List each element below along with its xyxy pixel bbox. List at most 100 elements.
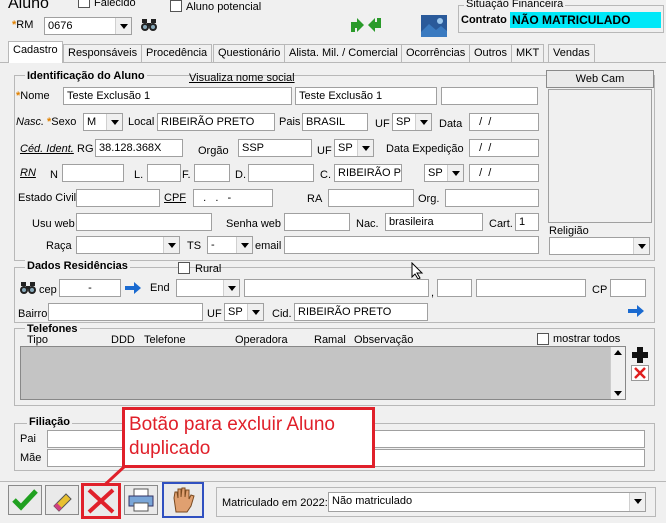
rg-input[interactable]: 38.128.368X <box>95 139 183 157</box>
eraser-icon <box>53 493 72 512</box>
logradouro-tipo-select[interactable] <box>176 279 240 297</box>
rn-label: RN <box>20 167 36 179</box>
falecido-checkbox[interactable] <box>78 0 90 8</box>
aluno-title: Aluno <box>8 0 49 12</box>
numero-input[interactable] <box>437 279 472 297</box>
tab-responsaveis[interactable]: Responsáveis <box>63 44 143 62</box>
clear-button[interactable] <box>45 485 79 515</box>
uf-select-res[interactable]: SP <box>224 303 264 321</box>
ts-select[interactable]: - <box>207 236 253 254</box>
estado-civil-input[interactable] <box>76 189 160 207</box>
matriculado-select[interactable]: Não matriculado <box>328 492 646 512</box>
remove-phone-icon[interactable] <box>631 365 649 381</box>
uf-select-2[interactable]: SP <box>334 139 374 157</box>
nome-input[interactable]: Teste Exclusão 1 <box>63 87 292 105</box>
pais-label: Pais <box>279 116 301 128</box>
cart-input[interactable]: 1 <box>515 213 539 231</box>
mae-label: Mãe <box>20 452 42 464</box>
tab-outros[interactable]: Outros <box>469 44 513 62</box>
senha-web-input[interactable] <box>284 213 350 231</box>
senha-web-label: Senha web <box>226 218 282 230</box>
refresh-arrows-icon[interactable] <box>348 14 384 36</box>
stop-button[interactable] <box>162 482 204 518</box>
data-rn-input[interactable]: / / <box>469 164 539 182</box>
uf-select-3[interactable]: SP <box>424 164 464 182</box>
pais-input[interactable]: BRASIL <box>302 113 368 131</box>
local-input[interactable]: RIBEIRÃO PRETO <box>157 113 275 131</box>
printer-icon <box>128 488 154 512</box>
bairro-input[interactable] <box>48 303 203 321</box>
estado-civil-label: Estado Civil <box>18 192 77 204</box>
arrow-right-icon[interactable] <box>123 279 143 297</box>
raca-select[interactable] <box>76 236 180 254</box>
complemento-input[interactable] <box>476 279 586 297</box>
nome-label: *Nome <box>16 90 50 102</box>
n-input[interactable] <box>62 164 124 182</box>
uf-label-2: UF <box>317 145 332 157</box>
nac-input[interactable]: brasileira <box>385 213 483 231</box>
org-input[interactable] <box>445 189 539 207</box>
confirm-button[interactable] <box>8 485 42 515</box>
mostrar-todos-label: mostrar todos <box>553 333 621 345</box>
data-expedicao-input[interactable]: / / <box>469 139 539 157</box>
binoculars-icon[interactable] <box>19 279 37 297</box>
tab-questionario[interactable]: Questionário <box>213 44 286 62</box>
religiao-select[interactable] <box>549 237 650 255</box>
l-label: L. <box>134 169 144 181</box>
ced-ident-label: Céd. Ident. <box>20 143 74 155</box>
c-input[interactable]: RIBEIRÃO PI <box>334 164 402 182</box>
local-label: Local <box>128 116 155 128</box>
falecido-label: Falecido <box>94 0 136 9</box>
arrow-right-icon[interactable] <box>626 302 646 320</box>
cep-input[interactable]: - <box>59 279 121 297</box>
nome-social-input[interactable]: Teste Exclusão 1 <box>295 87 437 105</box>
email-input[interactable] <box>284 236 539 254</box>
cpf-label: CPF <box>164 192 186 204</box>
mostrar-todos-checkbox[interactable] <box>537 333 549 345</box>
ra-input[interactable] <box>328 189 414 207</box>
print-button[interactable] <box>124 485 158 515</box>
tab-alista-mil-comercial[interactable]: Alista. Mil. / Comercial <box>284 44 403 62</box>
nac-label: Nac. <box>356 218 379 230</box>
pai-label: Pai <box>20 433 36 445</box>
webcam-button[interactable]: Web Cam <box>546 70 654 88</box>
cp-label: CP <box>592 284 608 296</box>
cidade-input[interactable]: RIBEIRÃO PRETO <box>294 303 428 321</box>
binoculars-icon[interactable] <box>140 16 158 34</box>
orgao-input[interactable]: SSP <box>238 139 312 157</box>
rural-label: Rural <box>195 263 222 275</box>
telefones-table[interactable] <box>20 346 626 400</box>
cep-label: cep <box>39 284 57 296</box>
endereco-input[interactable] <box>244 279 429 297</box>
sexo-select[interactable]: M <box>83 113 123 131</box>
rural-checkbox[interactable] <box>178 262 190 274</box>
aluno-potencial-checkbox[interactable] <box>170 0 182 12</box>
data-nasc-input[interactable]: / / <box>469 113 539 131</box>
tab-ocorrencias[interactable]: Ocorrências <box>401 44 471 62</box>
tab-vendas[interactable]: Vendas <box>548 44 595 62</box>
photo-frame <box>548 89 652 223</box>
uf-select[interactable]: SP <box>392 113 432 131</box>
cpf-input[interactable]: . . - <box>193 189 273 207</box>
extra-name-input[interactable] <box>441 87 538 105</box>
d-input[interactable] <box>248 164 314 182</box>
uf-label-res: UF <box>207 308 222 320</box>
tab-procedencia[interactable]: Procedência <box>141 44 213 62</box>
tab-mkt[interactable]: MKT <box>511 44 545 62</box>
add-phone-icon[interactable] <box>631 346 649 364</box>
rm-select[interactable]: 0676 <box>44 17 132 35</box>
c-label: C. <box>320 169 331 181</box>
visualiza-nome-social-link[interactable]: Visualiza nome social <box>189 72 295 85</box>
telefones-scrollbar[interactable] <box>610 347 625 399</box>
identificacao-title: Identificação do Aluno <box>25 70 147 82</box>
delete-student-button[interactable] <box>81 483 121 519</box>
l-input[interactable] <box>147 164 181 182</box>
contrato-status: NÃO MATRICULADO <box>510 12 661 28</box>
usu-web-input[interactable] <box>76 213 212 231</box>
data-label: Data <box>439 118 463 130</box>
cp-input[interactable] <box>610 279 646 297</box>
photo-icon[interactable] <box>420 14 448 38</box>
hand-icon <box>173 487 195 513</box>
f-input[interactable] <box>194 164 230 182</box>
tab-cadastro[interactable]: Cadastro <box>8 41 63 63</box>
